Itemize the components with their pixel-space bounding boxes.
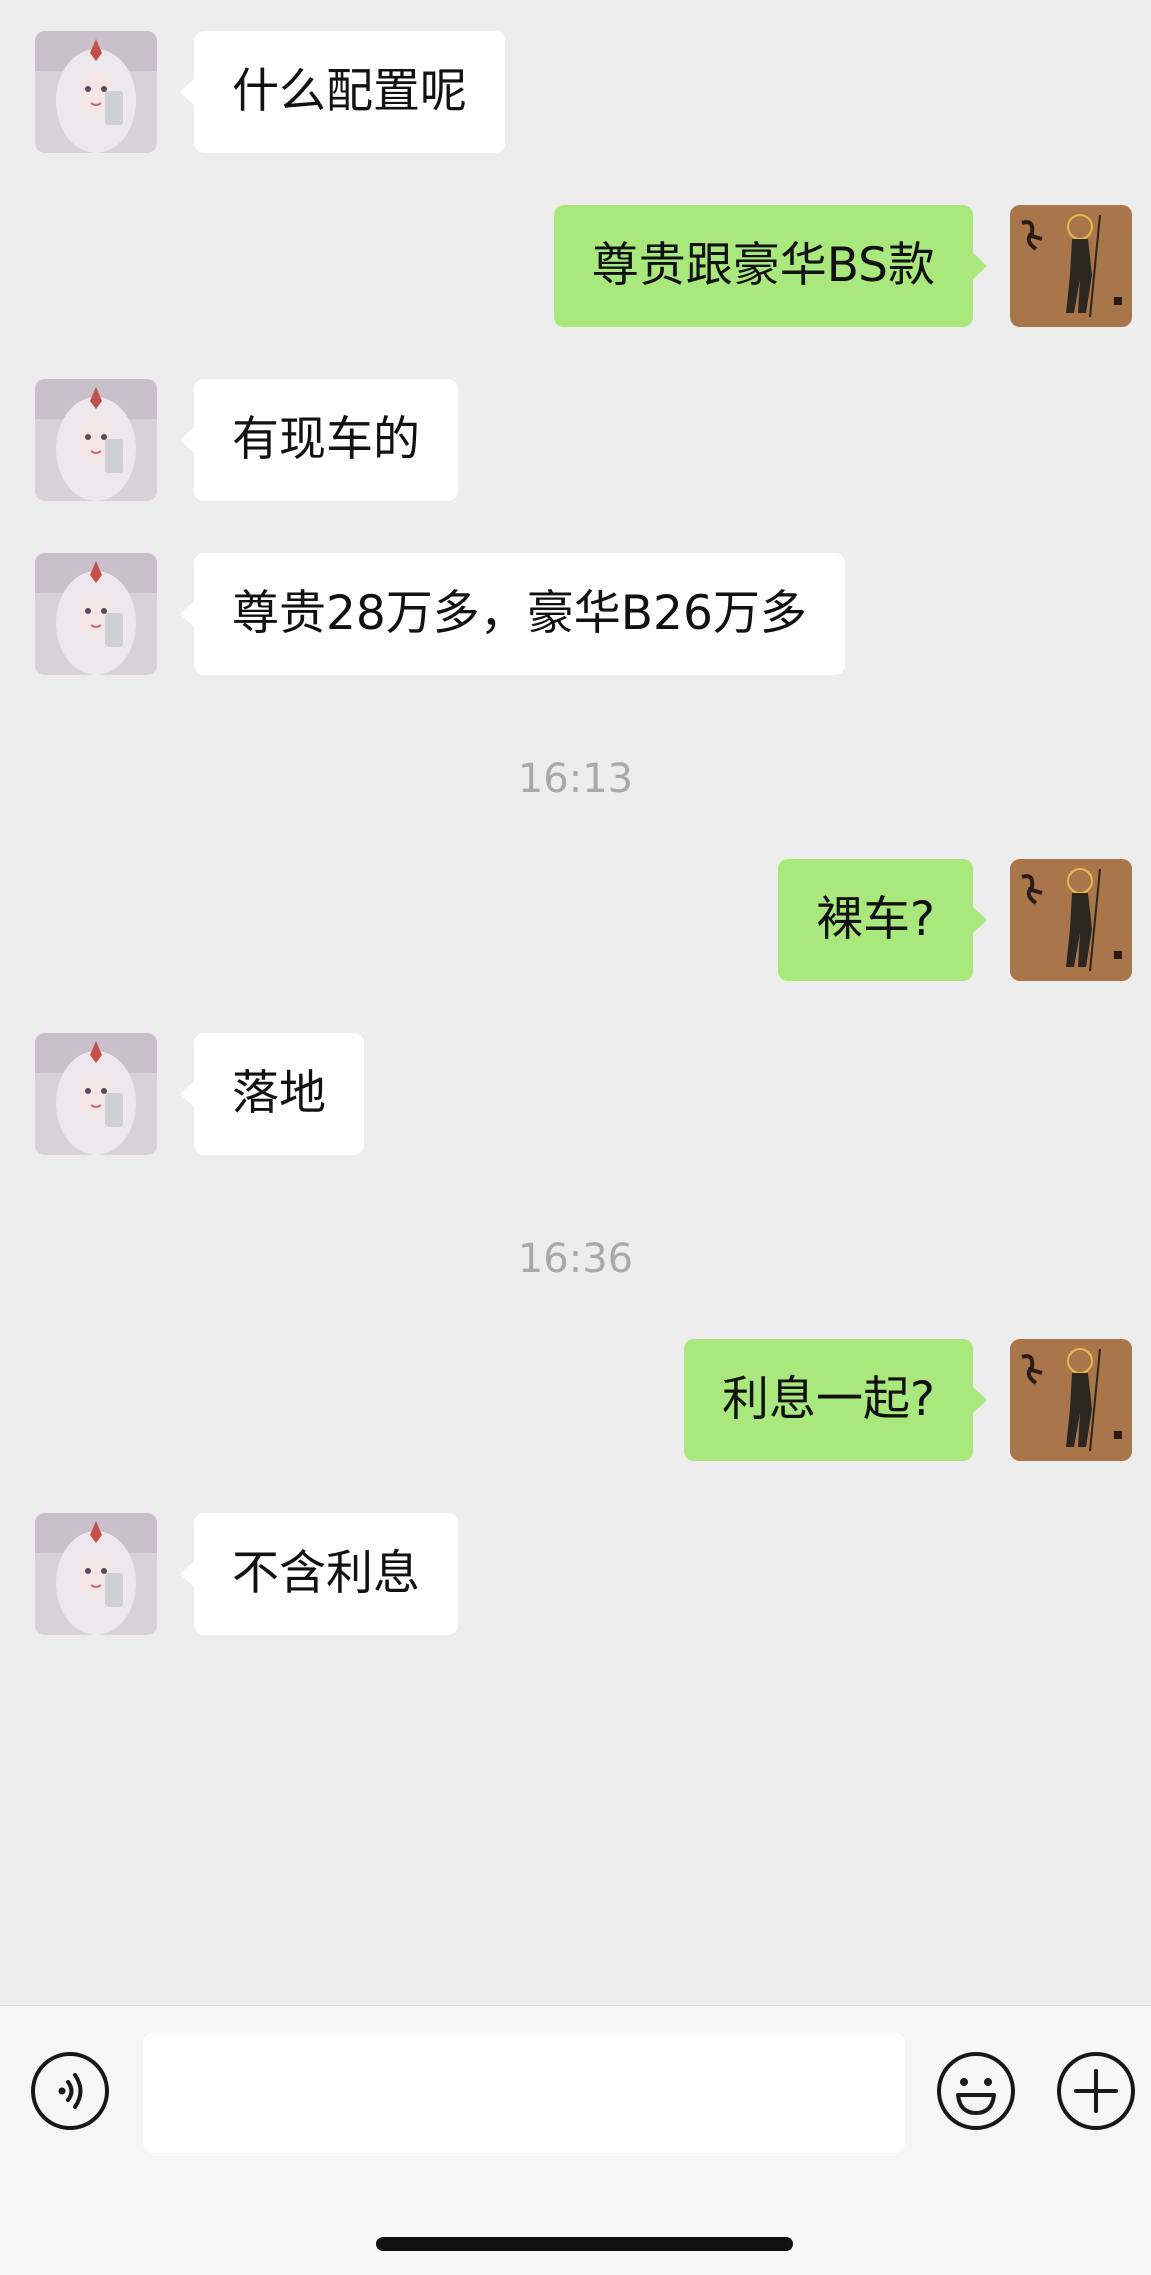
voice-button[interactable]	[30, 2051, 110, 2131]
message-row-incoming: 有现车的	[0, 379, 1151, 501]
contact-avatar[interactable]	[35, 379, 157, 501]
message-bubble[interactable]: 裸车?	[778, 859, 987, 981]
chat-area[interactable]: 什么配置呢 尊贵跟豪华BS款 有现车的 尊贵28万多，豪华B26万多 16:13…	[0, 0, 1151, 2005]
message-bubble[interactable]: 不含利息	[180, 1513, 458, 1635]
input-toolbar	[0, 2005, 1151, 2275]
message-bubble[interactable]: 有现车的	[180, 379, 458, 501]
user-avatar[interactable]	[1010, 859, 1132, 981]
message-row-outgoing: 裸车?	[0, 859, 1151, 981]
message-bubble[interactable]: 尊贵28万多，豪华B26万多	[180, 553, 845, 675]
message-row-incoming: 什么配置呢	[0, 31, 1151, 153]
timestamp: 16:36	[517, 1236, 634, 1282]
emoji-icon	[937, 2052, 1015, 2130]
message-bubble[interactable]: 什么配置呢	[180, 31, 505, 153]
more-button[interactable]	[1056, 2051, 1136, 2131]
plus-icon	[1057, 2052, 1135, 2130]
message-bubble[interactable]: 尊贵跟豪华BS款	[553, 205, 988, 327]
contact-avatar[interactable]	[35, 1033, 157, 1155]
message-row-outgoing: 尊贵跟豪华BS款	[0, 205, 1151, 327]
contact-avatar[interactable]	[35, 1513, 157, 1635]
message-row-incoming: 尊贵28万多，豪华B26万多	[0, 553, 1151, 675]
voice-icon	[31, 2052, 109, 2130]
home-indicator[interactable]	[376, 2237, 793, 2251]
timestamp: 16:13	[517, 756, 634, 802]
emoji-button[interactable]	[936, 2051, 1016, 2131]
message-row-incoming: 落地	[0, 1033, 1151, 1155]
message-bubble[interactable]: 利息一起?	[684, 1339, 987, 1461]
message-input[interactable]	[143, 2033, 905, 2153]
user-avatar[interactable]	[1010, 205, 1132, 327]
message-row-outgoing: 利息一起?	[0, 1339, 1151, 1461]
message-row-incoming: 不含利息	[0, 1513, 1151, 1635]
contact-avatar[interactable]	[35, 553, 157, 675]
message-bubble[interactable]: 落地	[180, 1033, 364, 1155]
user-avatar[interactable]	[1010, 1339, 1132, 1461]
contact-avatar[interactable]	[35, 31, 157, 153]
